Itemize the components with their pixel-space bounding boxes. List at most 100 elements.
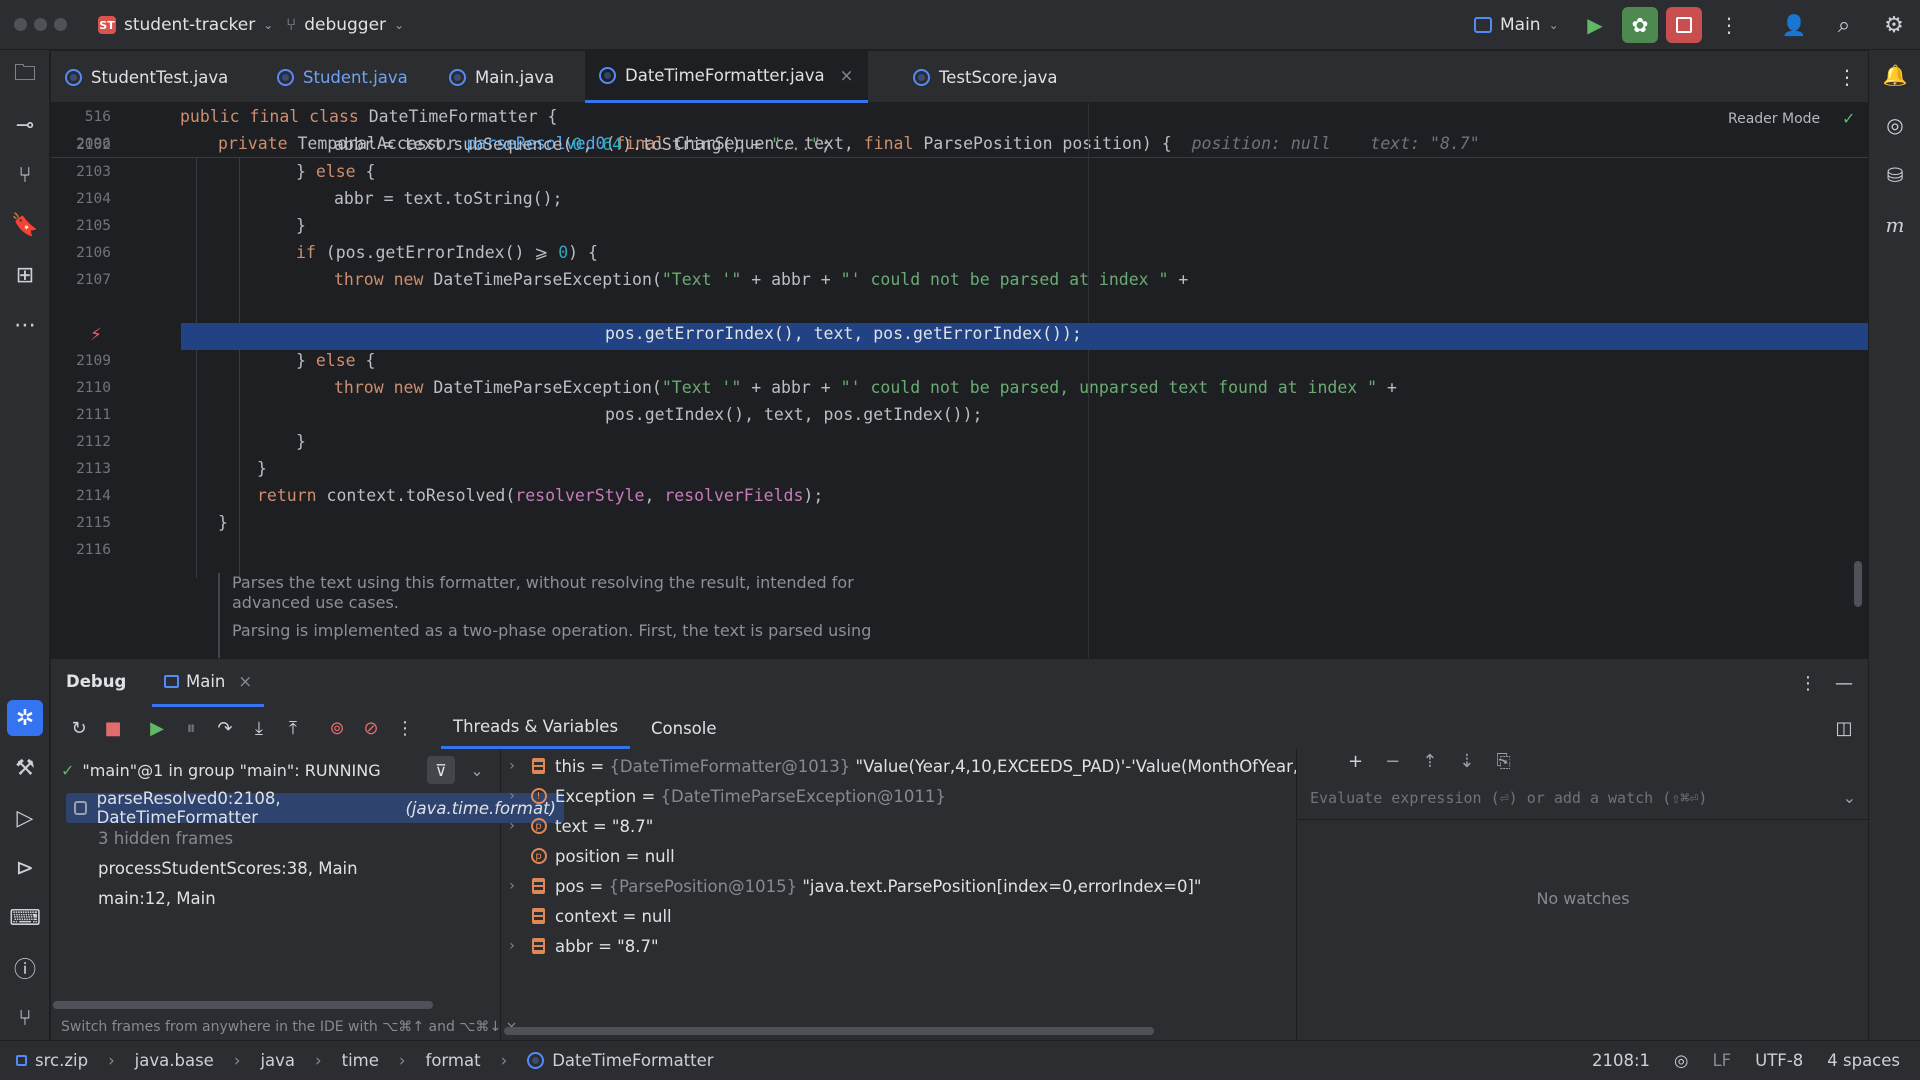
ai-status-icon[interactable]: ◎ (1674, 1051, 1688, 1070)
frames-scrollbar[interactable] (53, 1001, 433, 1009)
remove-watch-icon[interactable]: − (1385, 751, 1400, 772)
breadcrumb-item[interactable]: DateTimeFormatter (552, 1051, 713, 1070)
variable-row[interactable]: › abbr = "8.7" (502, 931, 658, 961)
breadcrumb-item[interactable]: java.base (135, 1051, 214, 1070)
tabs-more-icon[interactable]: ⋮ (1829, 59, 1865, 95)
tab-student[interactable]: Student.java (263, 51, 422, 103)
debug-icon[interactable]: ✿ (1622, 7, 1658, 43)
tab-datetimeformatter[interactable]: DateTimeFormatter.java × (585, 51, 868, 103)
variable-row[interactable]: › p text = "8.7" (502, 811, 653, 841)
breadcrumb-item[interactable]: format (426, 1051, 481, 1070)
tab-threads-variables[interactable]: Threads & Variables (441, 707, 631, 749)
variable-row[interactable]: › pos = {ParsePosition@1015} "java.text.… (502, 871, 1201, 901)
bookmark-icon[interactable]: 🔖 (7, 207, 43, 243)
rerun-icon[interactable]: ↻ (63, 707, 95, 749)
run-config-selector[interactable]: Main ⌄ (1474, 0, 1559, 50)
pull-request-icon[interactable]: ⑂ (7, 157, 43, 193)
tab-label: TestScore.java (939, 67, 1058, 87)
run-icon[interactable]: ▶ (1577, 7, 1613, 43)
tab-main[interactable]: Main.java (435, 51, 568, 103)
editor-scrollbar[interactable] (1854, 561, 1862, 607)
stop-icon[interactable] (1666, 7, 1702, 43)
copy-icon[interactable]: ⎘ (1496, 751, 1510, 772)
variable-row[interactable]: context = null (502, 901, 672, 931)
variable-row[interactable]: p position = null (502, 841, 675, 871)
frame-item[interactable]: parseResolved0:2108, DateTimeFormatter (… (66, 789, 564, 827)
terminal-icon[interactable]: ⌨ (7, 900, 43, 936)
chevron-right-icon[interactable]: › (502, 818, 522, 834)
watch-expression-input[interactable]: Evaluate expression (⏎) or add a watch (… (1298, 776, 1868, 820)
chevron-right-icon[interactable]: › (502, 878, 522, 894)
layout-icon[interactable]: ◫ (1828, 707, 1860, 749)
run-tool-icon[interactable]: ▷ (7, 800, 43, 836)
breadcrumb-item[interactable]: src.zip (35, 1051, 88, 1070)
move-down-icon[interactable]: ⇣ (1459, 751, 1474, 772)
line-separator[interactable]: LF (1712, 1051, 1731, 1070)
problems-icon[interactable]: ⓘ (7, 950, 43, 986)
session-tab-main[interactable]: Main × (152, 659, 265, 707)
chevron-down-icon[interactable]: ⌄ (463, 761, 491, 780)
breadcrumb-item[interactable]: java (260, 1051, 295, 1070)
move-up-icon[interactable]: ⇡ (1422, 751, 1437, 772)
services-icon[interactable]: ⊳ (7, 850, 43, 886)
ai-assistant-icon[interactable]: ◎ (1877, 107, 1913, 143)
resume-icon[interactable]: ▶ (141, 707, 173, 749)
close-icon[interactable]: × (238, 672, 252, 691)
branch-selector[interactable]: ⑂ debugger ⌄ (286, 0, 404, 50)
close-window-button[interactable] (14, 18, 27, 31)
variable-row[interactable]: › ! Exception = {DateTimeParseException@… (502, 781, 946, 811)
database-icon[interactable]: ⛁ (1877, 157, 1913, 193)
frame-item[interactable]: main:12, Main (90, 883, 224, 913)
settings-icon[interactable]: ⚙ (1876, 7, 1912, 43)
view-breakpoints-icon[interactable]: ⊚ (321, 707, 353, 749)
chevron-right-icon[interactable]: › (502, 788, 522, 804)
minimize-window-button[interactable] (34, 18, 47, 31)
commit-icon[interactable]: ⊸ (7, 107, 43, 143)
frame-item[interactable]: processStudentScores:38, Main (90, 853, 366, 883)
chevron-down-icon[interactable]: ⌄ (1843, 788, 1856, 807)
folder-icon[interactable]: 🗀 (7, 57, 43, 93)
exception-breakpoint-icon[interactable]: ⚡ (90, 325, 102, 345)
indent-setting[interactable]: 4 spaces (1827, 1051, 1900, 1070)
pause-icon[interactable]: ⏸ (175, 707, 207, 749)
chevron-right-icon[interactable]: › (502, 938, 522, 954)
tab-testscore[interactable]: TestScore.java (899, 51, 1072, 103)
hidden-frames[interactable]: 3 hidden frames (90, 823, 241, 853)
more-tools-icon[interactable]: ⋯ (7, 307, 43, 343)
debug-header: Debug Main × ⋮ — (51, 659, 1868, 707)
tab-studenttest[interactable]: StudentTest.java (51, 51, 242, 103)
mute-breakpoints-icon[interactable]: ⊘ (355, 707, 387, 749)
tab-console[interactable]: Console (641, 707, 727, 749)
close-icon[interactable]: × (840, 66, 854, 85)
add-user-icon[interactable]: 👤 (1776, 7, 1812, 43)
maven-icon[interactable]: m (1877, 207, 1913, 243)
notifications-icon[interactable]: 🔔 (1877, 57, 1913, 93)
step-over-icon[interactable]: ↷ (209, 707, 241, 749)
zoom-window-button[interactable] (54, 18, 67, 31)
chevron-right-icon[interactable]: › (502, 758, 522, 774)
step-out-icon[interactable]: ⤒ (277, 707, 309, 749)
add-watch-icon[interactable]: + (1348, 751, 1363, 772)
git-icon[interactable]: ⑂ (7, 1000, 43, 1036)
more-icon[interactable]: ⋮ (1792, 667, 1824, 699)
reader-mode-button[interactable]: Reader Mode (1728, 111, 1820, 127)
thread-selector[interactable]: ✓ "main"@1 in group "main": RUNNING ⊽ ⌄ (61, 753, 491, 787)
stop-icon[interactable]: ■ (97, 707, 129, 749)
build-icon[interactable]: ⚒ (7, 750, 43, 786)
search-icon[interactable]: ⌕ (1826, 7, 1862, 43)
step-into-icon[interactable]: ⤓ (243, 707, 275, 749)
file-encoding[interactable]: UTF-8 (1755, 1051, 1803, 1070)
variables-scrollbar[interactable] (504, 1027, 1154, 1035)
variable-row[interactable]: › this = {DateTimeFormatter@1013} "Value… (502, 751, 1296, 781)
minimize-icon[interactable]: — (1828, 667, 1860, 699)
tab-label: Main.java (475, 67, 555, 87)
breadcrumb-item[interactable]: time (342, 1051, 379, 1070)
debug-tool-icon[interactable]: ✲ (7, 700, 43, 736)
project-selector[interactable]: ST student-tracker ⌄ (98, 0, 273, 50)
more-icon[interactable]: ⋮ (1711, 7, 1747, 43)
more-icon[interactable]: ⋮ (389, 707, 421, 749)
structure-icon[interactable]: ⊞ (7, 257, 43, 293)
caret-position[interactable]: 2108:1 (1592, 1051, 1650, 1070)
filter-icon[interactable]: ⊽ (427, 756, 455, 784)
code-editor[interactable]: 516 public final class DateTimeFormatter… (51, 103, 1868, 658)
